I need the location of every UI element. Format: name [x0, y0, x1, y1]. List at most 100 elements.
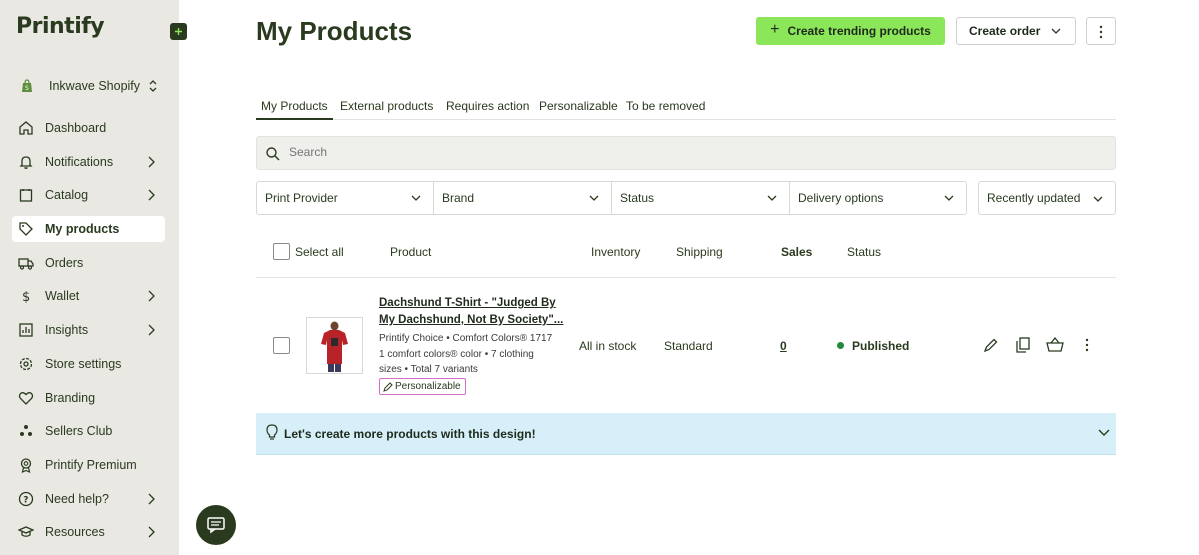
sidebar-item-label: Store settings	[45, 356, 122, 371]
chevron-right-icon	[148, 526, 155, 538]
tab-my-products[interactable]: My Products	[256, 99, 333, 120]
shopify-icon: S	[22, 79, 32, 92]
duplicate-icon[interactable]	[1016, 337, 1030, 353]
collapse-sidebar-button[interactable]	[170, 23, 187, 40]
sidebar-item-insights[interactable]: Insights	[12, 317, 165, 343]
sidebar-item-label: Need help?	[45, 491, 109, 506]
chevron-right-icon	[148, 493, 155, 505]
sidebar-item-resources[interactable]: Resources	[12, 519, 165, 545]
column-shipping: Shipping	[676, 245, 723, 259]
column-product: Product	[390, 245, 432, 259]
badge-label: Personalizable	[395, 381, 461, 392]
chevron-down-icon	[1051, 28, 1061, 34]
product-title-link[interactable]: Dachshund T-Shirt - "Judged By My Dachsh…	[379, 295, 569, 329]
more-options-button[interactable]	[1086, 17, 1116, 45]
sidebar-item-label: Insights	[45, 323, 89, 338]
tab-external-products[interactable]: External products	[340, 99, 433, 113]
inventory-value: All in stock	[579, 339, 637, 353]
sidebar-item-orders[interactable]: Orders	[12, 250, 165, 276]
create-order-label: Create order	[969, 24, 1041, 38]
row-kebab-icon[interactable]	[1085, 338, 1089, 352]
status-value: Published	[852, 339, 910, 353]
sidebar-item-catalog[interactable]: Catalog	[12, 182, 165, 208]
delivery-options-filter[interactable]: Delivery options	[790, 182, 966, 214]
basket-icon[interactable]	[1046, 337, 1064, 353]
sales-value-link[interactable]: 0	[780, 339, 787, 353]
sidebar-item-branding[interactable]: Branding	[12, 385, 165, 411]
chevron-right-icon	[148, 290, 155, 302]
create-trending-products-button[interactable]: + Create trending products	[756, 17, 945, 45]
status-filter[interactable]: Status	[612, 182, 790, 214]
search-icon	[266, 147, 280, 161]
product-provider: Printify Choice • Comfort Colors® 1717	[379, 333, 553, 344]
kebab-icon	[1099, 25, 1103, 39]
sidebar-item-my-products[interactable]: My products	[12, 216, 165, 243]
main-content: My Products + Create trending products C…	[180, 0, 1199, 555]
status-dot	[837, 342, 844, 349]
column-inventory: Inventory	[591, 245, 641, 259]
tab-to-be-removed[interactable]: To be removed	[626, 99, 705, 113]
sidebar-item-store-settings[interactable]: Store settings	[12, 351, 165, 377]
create-trending-label: Create trending products	[787, 24, 931, 38]
sidebar-item-sellers-club[interactable]: Sellers Club	[12, 418, 165, 444]
select-all-checkbox[interactable]	[273, 243, 290, 260]
plus-icon: +	[770, 21, 780, 38]
printify-logo[interactable]: Printify	[16, 14, 105, 39]
sidebar-item-label: Catalog	[45, 188, 89, 203]
page-title: My Products	[256, 16, 413, 46]
product-thumbnail[interactable]	[306, 317, 363, 374]
sidebar-nav: Dashboard Notifications Catalog My produ…	[12, 115, 165, 553]
chevron-right-icon	[148, 189, 155, 201]
help-icon: ?	[18, 491, 34, 506]
chevron-down-icon	[411, 195, 421, 201]
tab-personalizable[interactable]: Personalizable	[539, 99, 618, 113]
sidebar-item-label: Dashboard	[45, 121, 107, 135]
table-row: Dachshund T-Shirt - "Judged By My Dachsh…	[256, 278, 1116, 412]
sidebar-item-label: Sellers Club	[45, 424, 113, 439]
dollar-icon: $	[22, 290, 30, 304]
row-checkbox[interactable]	[273, 337, 290, 354]
chevron-down-icon	[589, 195, 599, 201]
select-all-label: Select all	[295, 245, 344, 259]
sidebar-item-dashboard[interactable]: Dashboard	[12, 115, 165, 141]
sort-dropdown[interactable]: Recently updated	[978, 181, 1116, 215]
shipping-value: Standard	[664, 339, 713, 353]
home-icon	[19, 121, 33, 135]
sidebar-item-label: Resources	[45, 525, 105, 540]
column-status: Status	[847, 245, 882, 259]
sidebar-item-notifications[interactable]: Notifications	[12, 149, 165, 175]
tab-requires-action[interactable]: Requires action	[446, 99, 529, 113]
sidebar-item-label: Branding	[45, 390, 96, 405]
filter-label: Brand	[442, 191, 475, 205]
print-provider-filter[interactable]: Print Provider	[257, 182, 434, 214]
chevron-down-icon	[767, 195, 777, 201]
sidebar-item-label: Orders	[45, 255, 84, 270]
truck-icon	[18, 258, 34, 270]
banner-text: Let's create more products with this des…	[284, 427, 536, 441]
sidebar-item-printify-premium[interactable]: Printify Premium	[12, 452, 165, 478]
sort-label: Recently updated	[987, 191, 1081, 205]
store-selector[interactable]: S Inkwave Shopify	[12, 72, 164, 100]
table-header: Select all Product Inventory Shipping Sa…	[256, 236, 1116, 278]
sidebar-item-label: Notifications	[45, 154, 114, 169]
gear-icon	[19, 357, 33, 370]
chat-icon	[207, 517, 225, 534]
sidebar-item-need-help[interactable]: ? Need help?	[12, 486, 165, 512]
store-name: Inkwave Shopify	[49, 79, 141, 93]
personalizable-badge: Personalizable	[379, 378, 466, 395]
filter-bar: Print Provider Brand Status Delivery opt…	[256, 181, 967, 215]
edit-pencil-icon[interactable]	[984, 338, 998, 352]
create-order-button[interactable]: Create order	[956, 17, 1076, 45]
chevron-right-icon	[148, 156, 155, 168]
sidebar-item-wallet[interactable]: $ Wallet	[12, 283, 165, 309]
sidebar-item-label: My products	[45, 222, 120, 237]
collapse-icon	[175, 28, 182, 35]
brand-filter[interactable]: Brand	[434, 182, 612, 214]
column-sales[interactable]: Sales	[781, 245, 812, 259]
design-suggestion-banner[interactable]: Let's create more products with this des…	[256, 413, 1116, 455]
chat-button[interactable]	[196, 505, 236, 545]
heart-icon	[18, 391, 34, 405]
product-meta: Printify Choice • Comfort Colors® 1717 1…	[379, 331, 559, 378]
svg-text:S: S	[25, 85, 29, 92]
search-input[interactable]	[289, 145, 689, 159]
